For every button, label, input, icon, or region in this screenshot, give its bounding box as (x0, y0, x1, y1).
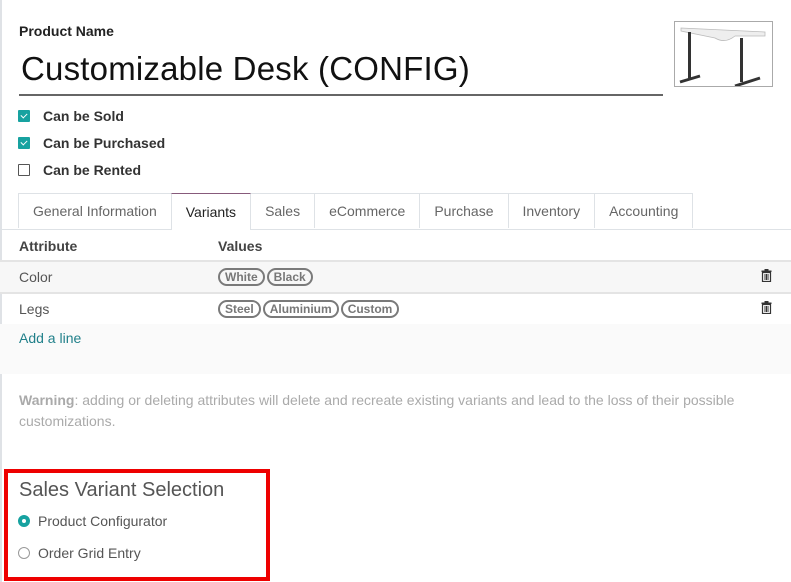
add-a-line-link[interactable]: Add a line (0, 324, 791, 352)
option-can-be-sold[interactable]: Can be Sold (18, 102, 165, 129)
checkbox-unchecked-icon[interactable] (18, 163, 30, 176)
attribute-name[interactable]: Color (0, 269, 218, 285)
tab-purchase[interactable]: Purchase (419, 193, 509, 228)
value-tag: Custom (340, 300, 400, 318)
value-tag: Aluminium (262, 300, 339, 318)
checkbox-checked-icon[interactable] (18, 109, 30, 122)
attributes-table: Attribute Values Color White Black Legs … (0, 232, 791, 374)
radio-selected-icon[interactable] (18, 515, 30, 527)
option-can-be-purchased[interactable]: Can be Purchased (18, 129, 165, 156)
desk-icon (679, 27, 766, 88)
checkbox-checked-icon[interactable] (18, 136, 30, 149)
tab-accounting[interactable]: Accounting (594, 193, 694, 228)
product-image[interactable] (674, 21, 773, 88)
tab-ecommerce[interactable]: eCommerce (314, 193, 421, 228)
radio-product-configurator[interactable]: Product Configurator (18, 513, 167, 529)
product-name-label: Product Name (19, 23, 114, 39)
table-row[interactable]: Color White Black (0, 260, 791, 292)
table-header: Attribute Values (0, 232, 791, 260)
tab-sales[interactable]: Sales (250, 193, 316, 228)
column-attribute[interactable]: Attribute (0, 238, 218, 254)
value-tag: White (218, 268, 265, 286)
trash-icon[interactable] (761, 269, 772, 285)
radio-unselected-icon[interactable] (18, 547, 30, 559)
radio-order-grid-entry[interactable]: Order Grid Entry (18, 545, 141, 561)
sales-variant-title: Sales Variant Selection (19, 479, 225, 501)
column-values[interactable]: Values (218, 238, 741, 254)
tabs-divider (0, 229, 791, 230)
product-options: Can be Sold Can be Purchased Can be Rent… (18, 102, 165, 183)
attribute-name[interactable]: Legs (0, 301, 218, 317)
trash-icon[interactable] (761, 301, 772, 317)
warning-text: Warning: adding or deleting attributes w… (19, 392, 735, 429)
product-name-input[interactable]: Customizable Desk (CONFIG) (19, 46, 663, 92)
product-name-field[interactable]: Customizable Desk (CONFIG) (19, 46, 663, 96)
tab-general-information[interactable]: General Information (18, 193, 172, 228)
tab-variants[interactable]: Variants (170, 193, 252, 230)
value-tag: Black (266, 268, 313, 286)
tab-inventory[interactable]: Inventory (507, 193, 596, 228)
value-tag: Steel (218, 300, 261, 318)
tab-bar: General Information Variants Sales eComm… (18, 193, 694, 230)
table-row[interactable]: Legs Steel Aluminium Custom (0, 292, 791, 324)
option-can-be-rented[interactable]: Can be Rented (18, 156, 165, 183)
